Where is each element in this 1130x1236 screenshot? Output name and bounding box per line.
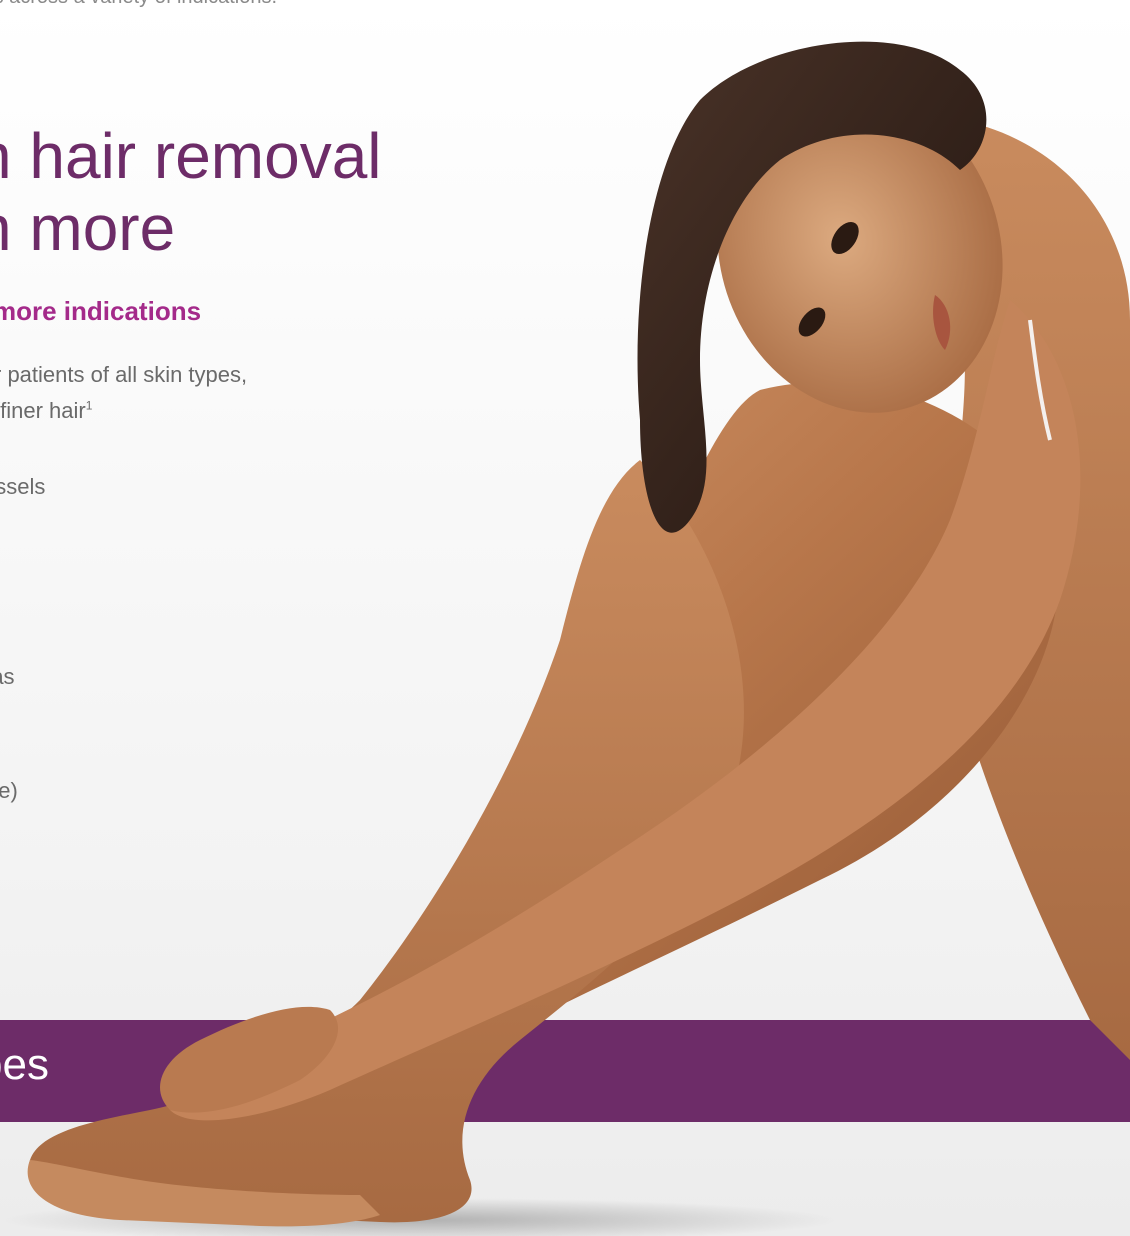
hero-photo bbox=[0, 41, 1130, 1236]
